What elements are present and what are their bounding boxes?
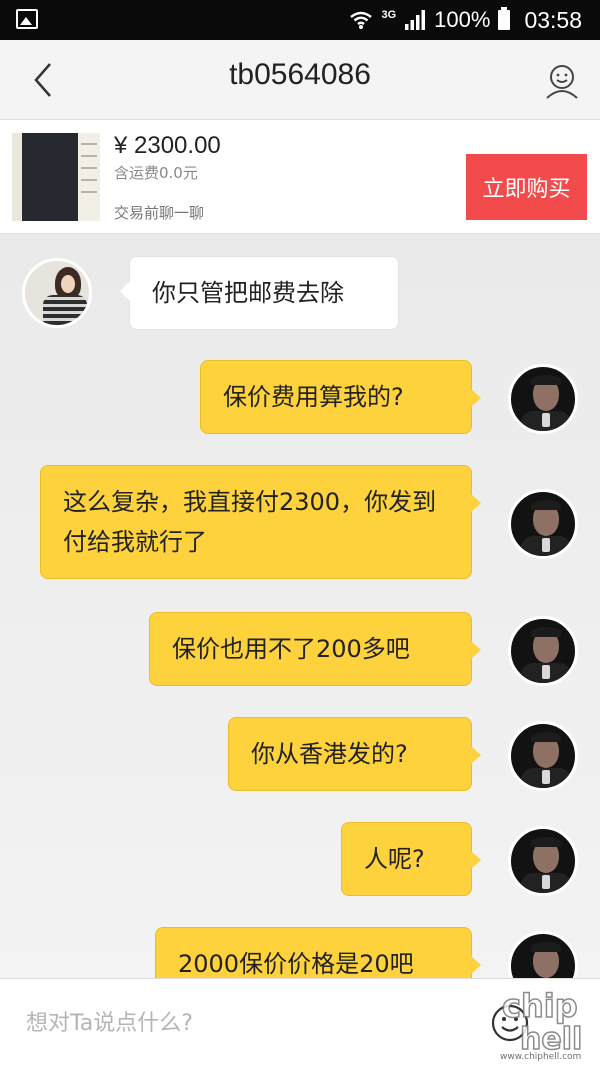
product-image-paper — [78, 133, 100, 221]
battery-icon — [498, 7, 511, 30]
svg-text:www.chiphell.com: www.chiphell.com — [500, 1052, 581, 1062]
signal-icon — [405, 10, 426, 30]
back-icon[interactable] — [26, 60, 66, 100]
product-price: ¥ 2300.00 — [114, 132, 221, 159]
wifi-icon — [350, 11, 373, 29]
avatar-self[interactable] — [508, 931, 578, 978]
nav-bar: tb0564086 — [0, 40, 600, 120]
message-bubble[interactable]: 保价也用不了200多吧 — [149, 612, 481, 686]
message-bubble[interactable]: 你从香港发的? — [228, 717, 481, 791]
product-bar: ¥ 2300.00 含运费0.0元 交易前聊一聊 立即购买 — [0, 120, 600, 234]
network-type: 3G — [381, 9, 397, 21]
product-image-phone — [22, 133, 80, 221]
profile-icon[interactable] — [542, 60, 582, 100]
status-bar: 3G 100% 03:58 — [0, 0, 600, 40]
page-title: tb0564086 — [229, 58, 371, 91]
message-bubble[interactable]: 人呢? — [341, 822, 481, 896]
message-bubble[interactable]: 这么复杂，我直接付2300，你发到付给我就行了 — [40, 465, 481, 579]
avatar-self[interactable] — [508, 364, 578, 434]
svg-text:chip: chip — [502, 987, 578, 1025]
message-bubble[interactable]: 你只管把邮费去除 — [120, 256, 399, 330]
gallery-icon — [16, 9, 38, 29]
input-bar: chip hell www.chiphell.com — [0, 978, 600, 1066]
message-bubble[interactable]: 2000保价价格是20吧 — [155, 927, 481, 978]
product-thumbnail[interactable] — [12, 133, 100, 221]
avatar-self[interactable] — [508, 616, 578, 686]
buy-now-button[interactable]: 立即购买 — [466, 154, 587, 220]
avatar-other[interactable] — [22, 258, 92, 328]
avatar-self[interactable] — [508, 489, 578, 559]
chat-area[interactable]: 你只管把邮费去除 保价费用算我的? 这么复杂，我直接付2300，你发到付给我就行… — [0, 235, 600, 978]
chiphell-watermark-logo: chip hell www.chiphell.com — [500, 986, 583, 1062]
status-bar-right: 3G 100% 03:58 — [349, 6, 582, 34]
chat-hint: 交易前聊一聊 — [114, 204, 205, 222]
clock: 03:58 — [524, 6, 582, 33]
message-input[interactable] — [26, 1003, 466, 1043]
avatar-self[interactable] — [508, 826, 578, 896]
battery-percent: 100% — [434, 7, 491, 32]
shipping-fee: 含运费0.0元 — [114, 164, 198, 182]
avatar-self[interactable] — [508, 721, 578, 791]
message-bubble[interactable]: 保价费用算我的? — [200, 360, 481, 434]
